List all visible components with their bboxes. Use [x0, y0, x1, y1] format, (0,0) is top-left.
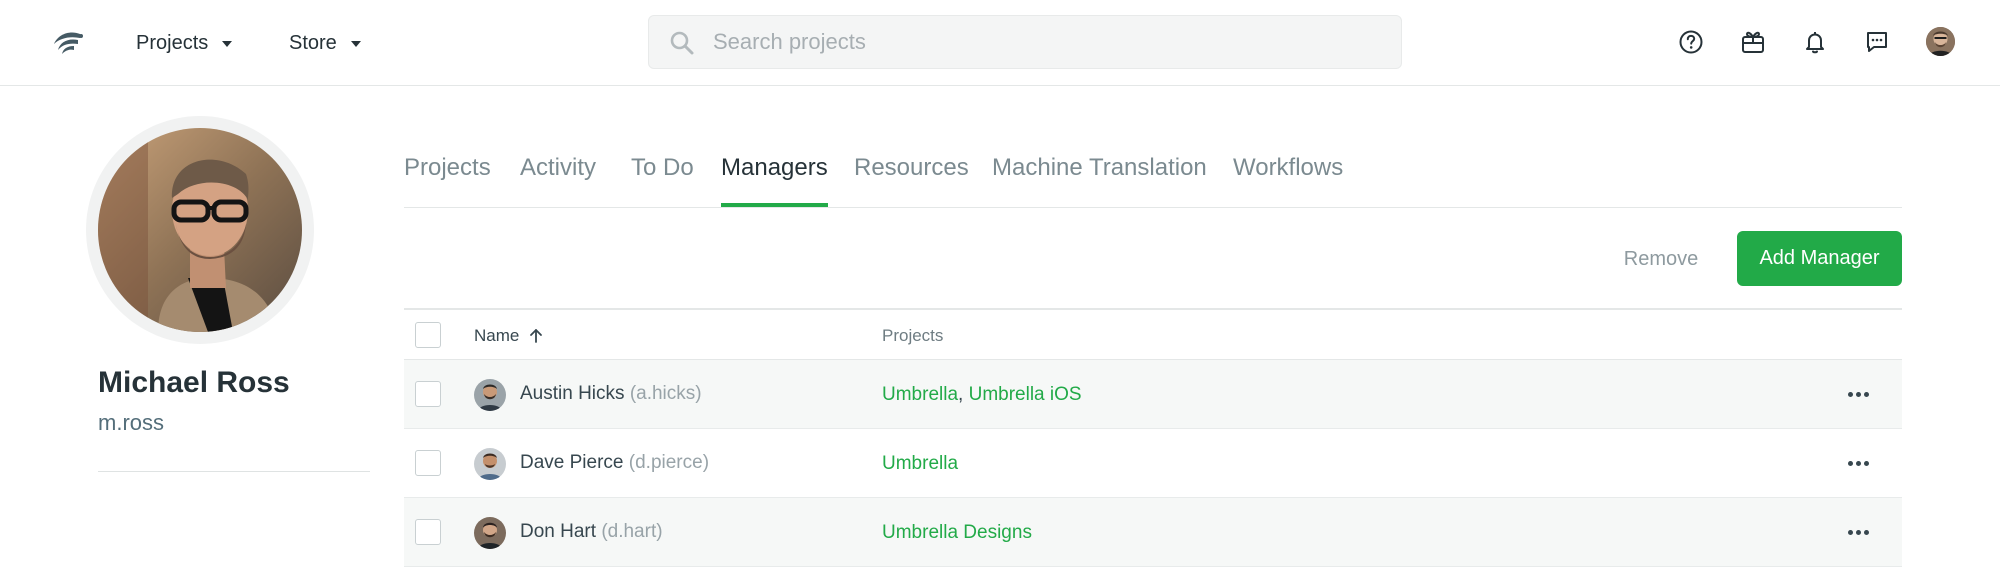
tab-todo[interactable]: To Do [631, 130, 694, 207]
row-actions-button[interactable] [1844, 518, 1872, 546]
gift-button[interactable] [1738, 27, 1768, 57]
row-checkbox[interactable] [415, 519, 441, 545]
project-separator: , [958, 384, 969, 405]
tab-resources[interactable]: Resources [854, 130, 969, 207]
more-icon [1846, 391, 1870, 397]
chevron-down-icon [350, 41, 361, 47]
row-checkbox[interactable] [415, 450, 441, 476]
user-avatar[interactable] [1926, 27, 1955, 56]
bell-icon [1806, 32, 1824, 54]
row-actions-button[interactable] [1844, 380, 1872, 408]
manager-name: Don Hart (d.hart) [520, 521, 663, 543]
manager-name: Dave Pierce (d.pierce) [520, 452, 709, 474]
avatar [474, 379, 506, 411]
manager-full-name: Austin Hicks [520, 383, 625, 404]
more-icon [1846, 529, 1870, 535]
table-header: Name Projects [404, 308, 1902, 360]
row-checkbox[interactable] [415, 381, 441, 407]
profile-tabs: Projects Activity To Do Managers Resourc… [404, 130, 1902, 208]
nav-store-menu[interactable]: Store [289, 0, 361, 86]
search-input[interactable] [713, 16, 1373, 68]
tab-workflows[interactable]: Workflows [1233, 130, 1343, 207]
column-header-projects: Projects [882, 326, 944, 345]
profile-username: m.ross [98, 410, 164, 435]
avatar-image [1926, 27, 1955, 56]
select-all-checkbox[interactable] [415, 322, 441, 348]
avatar [474, 517, 506, 549]
manager-full-name: Don Hart [520, 521, 597, 542]
manager-name: Austin Hicks (a.hicks) [520, 383, 702, 405]
nav-projects-menu[interactable]: Projects [136, 0, 233, 86]
search-box [648, 15, 1402, 69]
manager-username: (a.hicks) [629, 383, 702, 404]
messages-button[interactable] [1862, 27, 1892, 57]
table-row: Austin Hicks (a.hicks) Umbrella, Umbrell… [404, 360, 1902, 429]
project-link[interactable]: Umbrella [882, 384, 958, 405]
manager-username: (d.pierce) [628, 452, 710, 473]
manager-projects: Umbrella Designs [882, 522, 1032, 544]
top-navigation-bar: Projects Store [0, 0, 2000, 86]
manager-username: (d.hart) [601, 521, 663, 542]
manager-full-name: Dave Pierce [520, 452, 624, 473]
more-icon [1846, 460, 1870, 466]
profile-name: Michael Ross [98, 366, 290, 399]
project-link[interactable]: Umbrella iOS [969, 384, 1082, 405]
profile-divider [98, 471, 370, 472]
help-icon [1679, 30, 1703, 54]
add-manager-button[interactable]: Add Manager [1737, 231, 1902, 286]
project-link[interactable]: Umbrella [882, 453, 958, 474]
row-actions-button[interactable] [1844, 449, 1872, 477]
profile-photo [86, 116, 314, 344]
manager-projects: Umbrella [882, 453, 958, 475]
nav-store-label: Store [289, 31, 337, 54]
remove-button[interactable]: Remove [1604, 232, 1718, 286]
tab-machine-translation[interactable]: Machine Translation [992, 130, 1207, 207]
crowdin-logo-icon[interactable] [50, 28, 86, 58]
tab-projects[interactable]: Projects [404, 130, 491, 207]
column-header-name[interactable]: Name [474, 326, 545, 346]
help-button[interactable] [1676, 27, 1706, 57]
profile-image [98, 128, 302, 332]
project-link[interactable]: Umbrella Designs [882, 522, 1032, 543]
managers-table: Name Projects Austin Hicks (a.hicks) Umb… [404, 308, 1902, 567]
column-name-label: Name [474, 326, 520, 345]
arrow-up-icon [530, 329, 543, 343]
manager-projects: Umbrella, Umbrella iOS [882, 384, 1082, 406]
gift-icon [1742, 31, 1764, 53]
notifications-button[interactable] [1800, 27, 1830, 57]
chevron-down-icon [222, 41, 233, 47]
table-row: Don Hart (d.hart) Umbrella Designs [404, 498, 1902, 567]
chat-icon [1867, 32, 1887, 52]
search-icon [670, 31, 694, 55]
avatar [474, 448, 506, 480]
tab-activity[interactable]: Activity [520, 130, 596, 207]
table-row: Dave Pierce (d.pierce) Umbrella [404, 429, 1902, 498]
tab-managers[interactable]: Managers [721, 130, 828, 207]
nav-projects-label: Projects [136, 31, 209, 54]
